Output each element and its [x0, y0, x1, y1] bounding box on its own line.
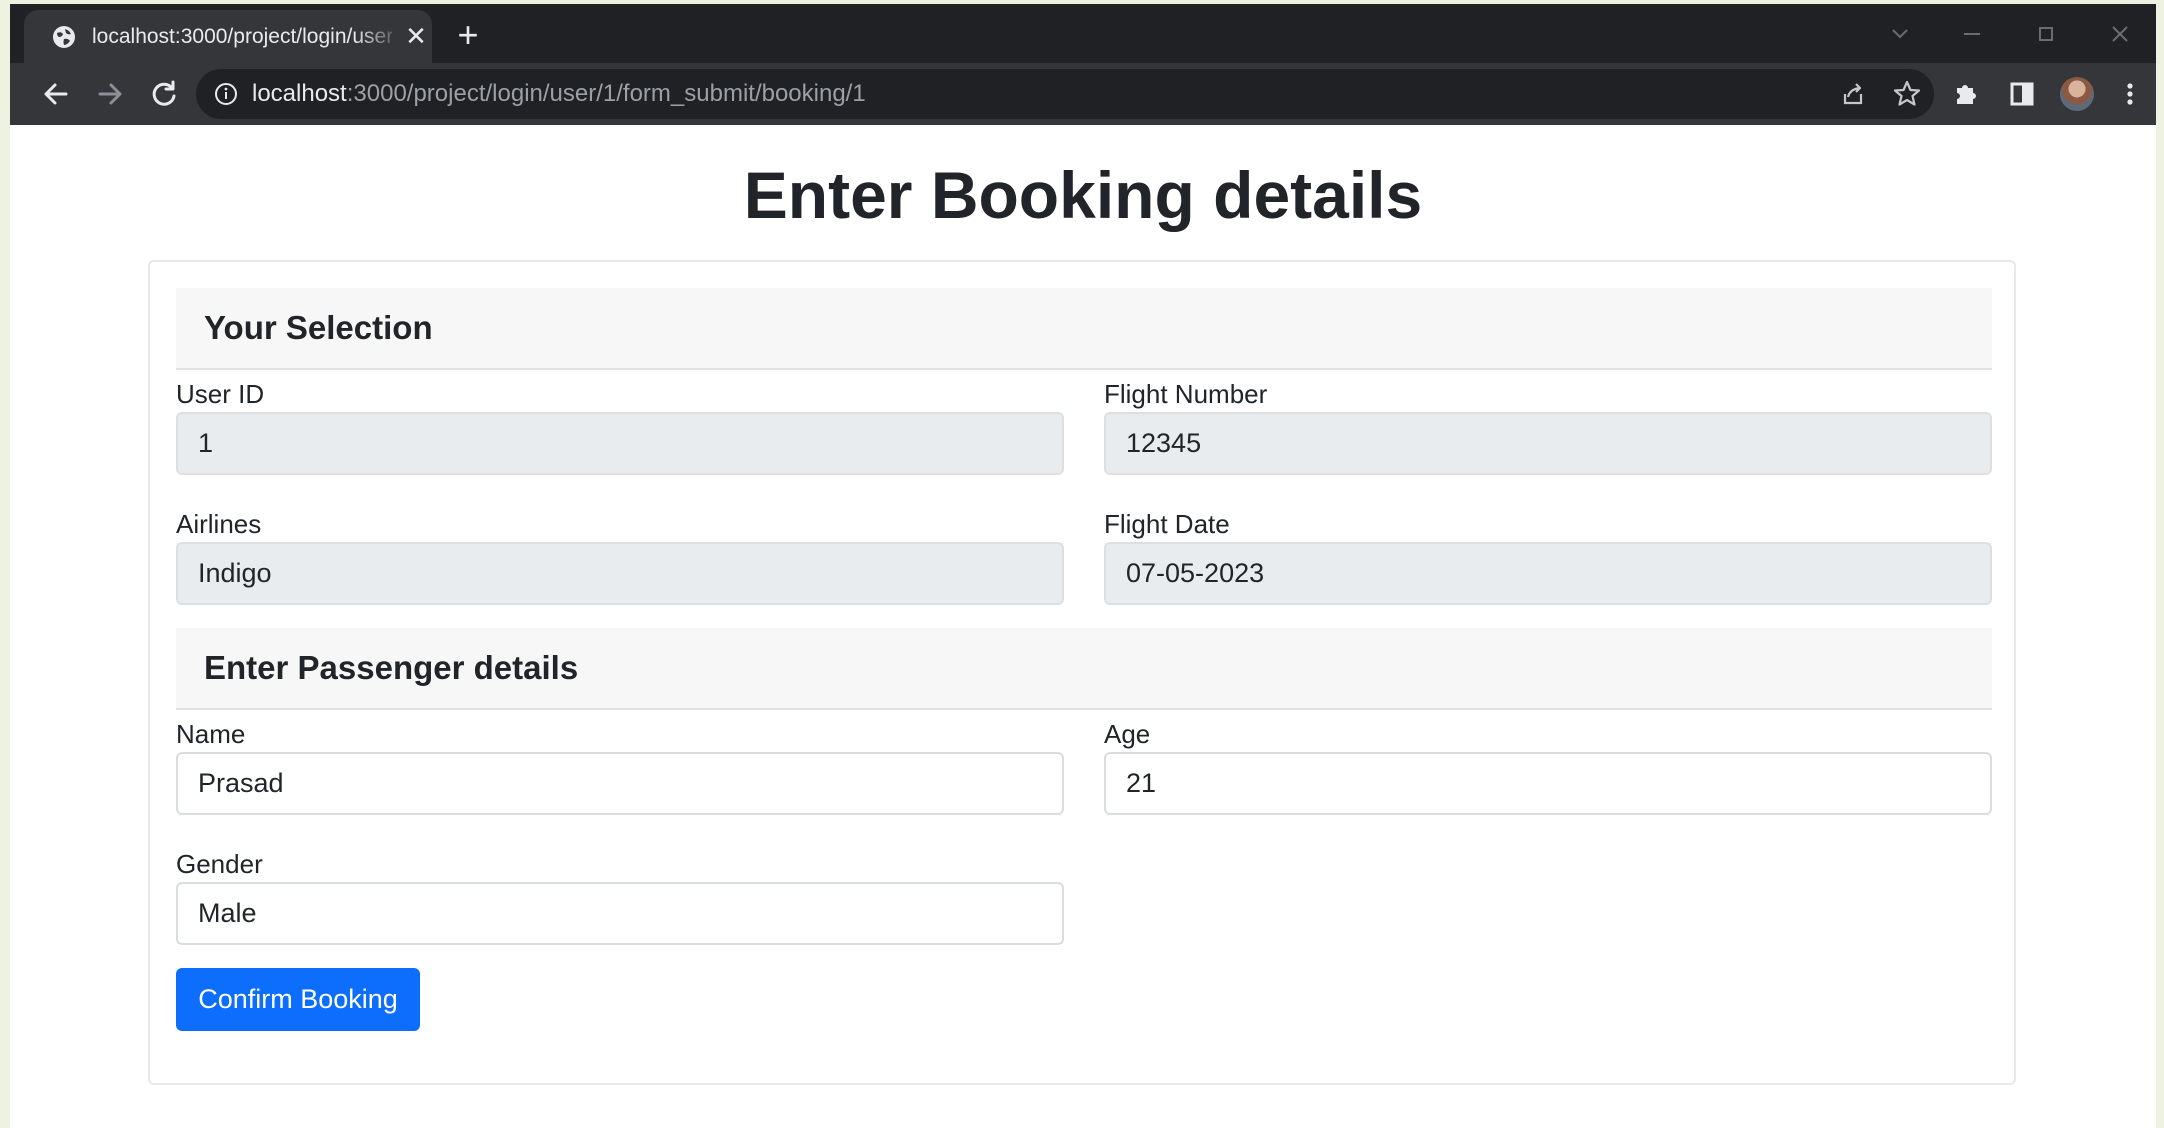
- tab-strip: localhost:3000/project/login/user/1/form…: [10, 4, 2156, 63]
- info-icon[interactable]: [214, 82, 238, 106]
- selection-header: Your Selection: [176, 288, 1992, 370]
- more-vert-icon[interactable]: [2110, 74, 2150, 114]
- url-path: :3000/project/login/user/1/form_submit/b…: [346, 80, 866, 107]
- flight-number-field[interactable]: [1104, 412, 1992, 475]
- age-label: Age: [1104, 719, 1151, 749]
- name-field[interactable]: [176, 752, 1064, 815]
- back-arrow-icon[interactable]: [34, 72, 78, 116]
- side-panel-icon[interactable]: [2002, 74, 2042, 114]
- page-content: Enter Booking details Your Selection Use…: [10, 125, 2156, 1128]
- passenger-header: Enter Passenger details: [176, 628, 1992, 710]
- booking-card: Your Selection User ID Flight Number Air…: [148, 260, 2016, 1085]
- airlines-field[interactable]: [176, 542, 1064, 605]
- flight-number-label: Flight Number: [1104, 379, 1268, 409]
- flight-date-label: Flight Date: [1104, 509, 1230, 539]
- restore-icon[interactable]: [2026, 14, 2066, 54]
- star-icon[interactable]: [1890, 77, 1924, 111]
- browser-window: localhost:3000/project/login/user/1/form…: [10, 4, 2156, 1128]
- tab-title-fade: [354, 18, 404, 56]
- address-bar[interactable]: localhost:3000/project/login/user/1/form…: [196, 69, 1934, 119]
- forward-arrow-icon[interactable]: [88, 72, 132, 116]
- page-title: Enter Booking details: [743, 158, 1423, 232]
- flight-date-field[interactable]: [1104, 542, 1992, 605]
- confirm-booking-button[interactable]: Confirm Booking: [176, 968, 420, 1031]
- window-close-icon[interactable]: [2100, 14, 2140, 54]
- browser-toolbar: localhost:3000/project/login/user/1/form…: [10, 63, 2156, 125]
- gender-label: Gender: [176, 849, 263, 879]
- tab-search-icon[interactable]: [1880, 14, 1920, 54]
- airlines-label: Airlines: [176, 509, 262, 539]
- selection-heading: Your Selection: [204, 309, 433, 346]
- profile-avatar[interactable]: [2060, 77, 2094, 111]
- minimize-icon[interactable]: [1952, 14, 1992, 54]
- share-icon[interactable]: [1836, 77, 1870, 111]
- user-id-field[interactable]: [176, 412, 1064, 475]
- plus-icon[interactable]: +: [448, 16, 488, 56]
- browser-tab[interactable]: localhost:3000/project/login/user/1/form…: [24, 10, 432, 63]
- globe-icon: [52, 25, 76, 49]
- tab-title: localhost:3000/project/login/user/1/form…: [92, 25, 392, 48]
- passenger-heading: Enter Passenger details: [204, 649, 579, 686]
- gender-field[interactable]: [176, 882, 1064, 945]
- reload-icon[interactable]: [142, 72, 186, 116]
- url-text[interactable]: localhost:3000/project/login/user/1/form…: [252, 79, 866, 109]
- close-icon[interactable]: ✕: [400, 20, 432, 52]
- age-field[interactable]: [1104, 752, 1992, 815]
- url-host: localhost: [252, 80, 347, 107]
- puzzle-icon[interactable]: [1946, 74, 1986, 114]
- name-label: Name: [176, 719, 246, 749]
- user-id-label: User ID: [176, 379, 265, 409]
